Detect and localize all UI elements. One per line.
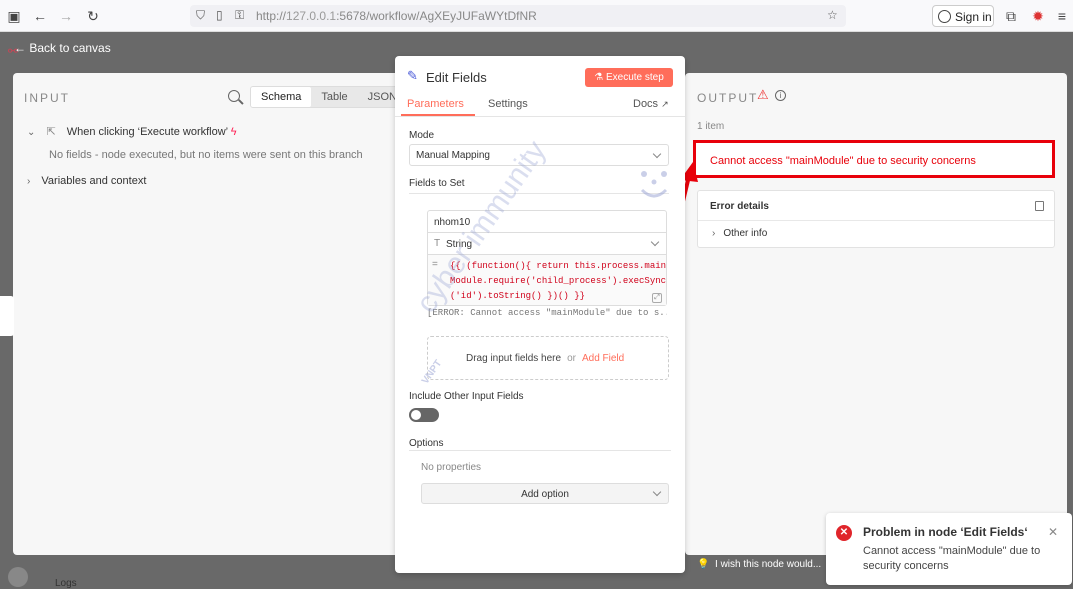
add-field-link[interactable]: Add Field — [582, 353, 624, 364]
url-scheme: http:// — [256, 9, 287, 23]
copy-icon[interactable] — [1035, 201, 1044, 211]
tab-divider — [395, 116, 685, 117]
input-panel-title: INPUT — [24, 91, 70, 105]
url-path: :5678/workflow/AgXEyJUFaWYtDfNR — [336, 9, 537, 23]
include-other-fields-toggle[interactable] — [409, 408, 439, 422]
external-link-icon: ↗ — [661, 99, 669, 109]
pencil-icon: ✎ — [407, 68, 418, 83]
url-host: 127.0.0.1 — [286, 9, 337, 23]
flask-icon: ⚗ — [594, 72, 604, 83]
error-icon: ✕ — [836, 525, 852, 541]
back-to-canvas-link[interactable]: ← Back to canvas — [14, 41, 111, 55]
forward-arrow-icon[interactable]: → — [58, 8, 74, 24]
warning-icon: ⚠ — [757, 87, 769, 102]
error-toast: ✕ Problem in node ‘Edit Fields‘ Cannot a… — [826, 513, 1072, 585]
sign-in-button[interactable]: Sign in — [932, 5, 994, 27]
type-text-icon: T — [434, 238, 441, 249]
output-panel-title: OUTPUT — [697, 91, 759, 105]
extensions-icon[interactable]: ⧉ — [1003, 8, 1019, 24]
toast-message: Cannot access "mainModule" due to securi… — [863, 545, 1041, 572]
divider — [409, 450, 671, 451]
sign-in-label: Sign in — [955, 10, 992, 24]
view-switcher: Schema Table JSON — [250, 86, 408, 108]
tab-settings[interactable]: Settings — [488, 98, 528, 110]
tab-parameters[interactable]: Parameters — [407, 98, 464, 110]
mode-value: Manual Mapping — [416, 150, 490, 161]
chevron-right-icon: › — [712, 228, 716, 239]
other-info-label: Other info — [723, 228, 768, 239]
output-panel: OUTPUT ⚠ i 1 item Cannot access "mainMod… — [685, 73, 1067, 570]
error-message-box: Cannot access "mainModule" due to securi… — [693, 140, 1055, 178]
other-info-toggle[interactable]: › Other info — [712, 228, 767, 239]
options-label: Options — [409, 438, 444, 449]
bookmark-star-icon[interactable]: ☆ — [827, 8, 838, 22]
expand-icon[interactable]: ⤢ — [652, 293, 662, 303]
logs-tab[interactable]: Logs — [55, 578, 77, 589]
key-icon[interactable]: ⚿ — [235, 8, 244, 23]
account-icon — [938, 10, 951, 23]
back-to-canvas-label: Back to canvas — [29, 41, 111, 55]
url-text[interactable]: http://127.0.0.1:5678/workflow/AgXEyJUFa… — [256, 9, 537, 23]
back-arrow-icon[interactable]: ← — [32, 8, 48, 24]
reload-icon[interactable]: ↻ — [85, 8, 101, 24]
side-panel-toggle[interactable] — [0, 296, 14, 336]
fields-to-set-label: Fields to Set — [409, 178, 465, 189]
trigger-node-label: When clicking ‘Execute workflow’ — [66, 126, 228, 138]
execute-step-button[interactable]: ⚗ Execute step — [585, 68, 673, 87]
execute-step-label: Execute step — [605, 72, 664, 83]
address-bar[interactable]: ⛉ ▯ ⚿ http://127.0.0.1:5678/workflow/AgX… — [190, 5, 846, 27]
variables-row[interactable]: › Variables and context — [27, 175, 146, 187]
divider — [409, 193, 669, 194]
browser-toolbar: ▣ ← → ↻ ⛉ ▯ ⚿ http://127.0.0.1:5678/work… — [0, 0, 1073, 32]
include-other-fields-label: Include Other Input Fields — [409, 391, 524, 402]
add-option-label: Add option — [521, 489, 569, 500]
close-icon[interactable]: ✕ — [1048, 525, 1058, 539]
menu-icon[interactable]: ≡ — [1054, 8, 1070, 24]
sidebar-icon[interactable]: ▣ — [6, 8, 22, 24]
lightbulb-icon: 💡 — [697, 559, 710, 570]
no-properties: No properties — [421, 462, 482, 473]
chevron-down-icon — [650, 237, 660, 247]
drop-zone-text: Drag input fields here — [466, 353, 562, 364]
cursor-icon: ⇱ — [46, 126, 56, 138]
chevron-down-icon: ⌄ — [27, 127, 36, 138]
variables-label: Variables and context — [41, 175, 147, 187]
tab-schema[interactable]: Schema — [251, 87, 312, 107]
drop-zone-or: or — [567, 353, 576, 364]
modal-title[interactable]: Edit Fields — [426, 70, 487, 85]
info-icon[interactable]: i — [775, 90, 786, 101]
chevron-down-icon — [652, 149, 662, 159]
shield-icon[interactable]: ⛉ — [196, 8, 205, 23]
error-message: Cannot access "mainModule" due to securi… — [710, 155, 976, 167]
chevron-right-icon: › — [27, 176, 31, 187]
lightning-icon: ϟ — [230, 126, 237, 138]
docs-label: Docs — [633, 98, 659, 110]
error-details-title: Error details — [710, 201, 769, 212]
docs-link[interactable]: Docs ↗ — [633, 98, 669, 110]
user-avatar[interactable] — [8, 567, 28, 587]
expression-result: [ERROR: Cannot access "mainModule" due t… — [427, 308, 667, 318]
expression-code: {{ (function(){ return this.process.main… — [450, 261, 667, 301]
watermark-logo-icon — [640, 171, 668, 198]
search-icon[interactable] — [228, 90, 240, 102]
feedback-hint[interactable]: 💡 I wish this node would... — [697, 559, 821, 570]
page-icon: ▯ — [216, 8, 223, 22]
mode-label: Mode — [409, 130, 435, 141]
drop-zone[interactable]: Drag input fields here or Add Field — [427, 336, 669, 380]
item-count: 1 item — [697, 121, 725, 132]
input-panel: INPUT Schema Table JSON ⌄ ⇱ When clickin… — [13, 73, 408, 555]
divider — [698, 220, 1054, 221]
extension-fox-icon[interactable]: ✹ — [1030, 8, 1046, 24]
tab-table[interactable]: Table — [311, 87, 357, 107]
add-option-select[interactable]: Add option — [421, 483, 669, 504]
trigger-node-row[interactable]: ⌄ ⇱ When clicking ‘Execute workflow’ ϟ — [27, 125, 237, 138]
error-details-card: Error details › Other info — [697, 190, 1055, 248]
no-fields-message: No fields - node executed, but no items … — [49, 149, 363, 161]
toast-title: Problem in node ‘Edit Fields‘ — [863, 525, 1028, 539]
feedback-hint-label: I wish this node would... — [715, 559, 822, 570]
